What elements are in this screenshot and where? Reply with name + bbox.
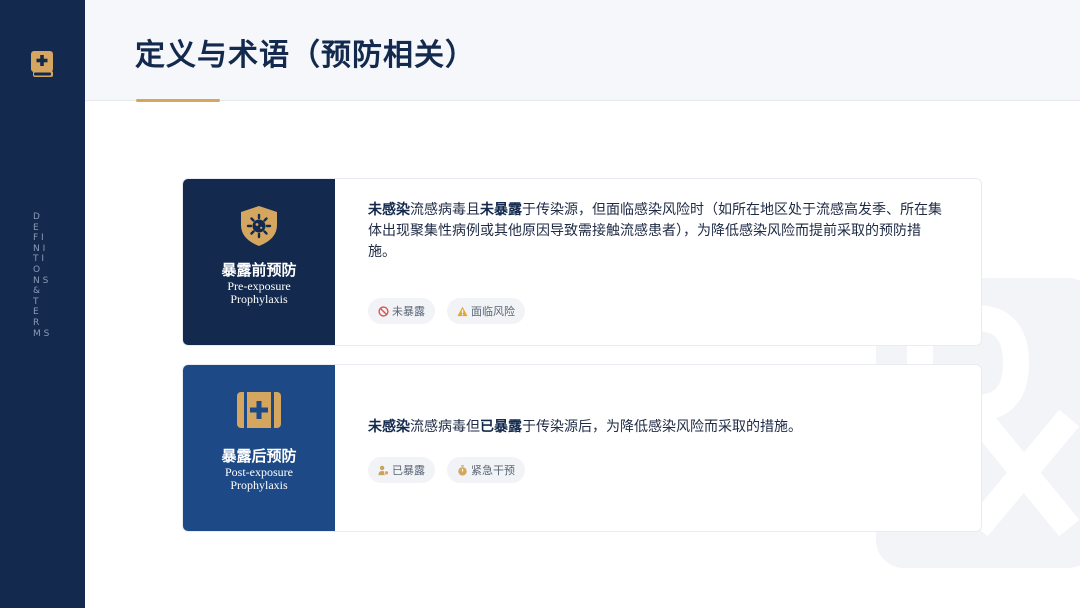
- card-title: 暴露前预防: [221, 261, 297, 279]
- page-title: 定义与术语（预防相关）: [135, 38, 476, 73]
- tag-list: 已暴露 紧急干预: [368, 457, 525, 483]
- description-segment: 流感病毒但: [410, 419, 480, 435]
- side-letter: E: [33, 222, 39, 233]
- stopwatch-icon: [458, 464, 467, 476]
- card-title: 暴露后预防: [221, 447, 297, 465]
- card-description: 未感染流感病毒且未暴露于传染源，但面临感染风险时（如所在地区处于流感高发季、所在…: [368, 200, 948, 263]
- medical-book-icon: [31, 51, 53, 77]
- card-header-panel: 暴露前预防 Pre-exposure Prophylaxis: [183, 179, 335, 345]
- first-aid-kit-icon: [237, 392, 281, 428]
- tag-label: 面临风险: [471, 305, 515, 318]
- card-subtitle-line: Prophylaxis: [230, 292, 288, 306]
- highlight-term: 未暴露: [480, 202, 522, 218]
- card-body: 未感染流感病毒但已暴露于传染源后，为降低感染风险而采取的措施。: [368, 365, 951, 438]
- sidebar-vertical-text: D E F I N I T I O N S & T E R M S: [33, 212, 53, 339]
- side-letter: &: [33, 286, 41, 297]
- title-underline: [136, 99, 220, 102]
- sidebar: D E F I N I T I O N S & T E R M S: [0, 0, 85, 608]
- card-description: 未感染流感病毒但已暴露于传染源后，为降低感染风险而采取的措施。: [368, 417, 951, 438]
- side-letter: O: [33, 264, 41, 275]
- tag-exposed: 已暴露: [368, 457, 435, 483]
- card-subtitle-en: Pre-exposure Prophylaxis: [183, 280, 335, 306]
- card-body: 未感染流感病毒且未暴露于传染源，但面临感染风险时（如所在地区处于流感高发季、所在…: [368, 179, 951, 263]
- description-segment: 流感病毒且: [410, 202, 480, 218]
- tag-label: 紧急干预: [471, 464, 515, 477]
- card-pre-exposure: 暴露前预防 Pre-exposure Prophylaxis 未感染流感病毒且未…: [182, 178, 982, 346]
- tag-at-risk: 面临风险: [447, 298, 525, 324]
- side-letter: F I: [33, 233, 44, 244]
- side-letter: N S: [33, 275, 49, 286]
- side-letter: E: [33, 307, 39, 318]
- ban-icon: [378, 305, 389, 317]
- tag-label: 已暴露: [392, 464, 425, 477]
- shield-virus-icon: [241, 206, 277, 246]
- card-header-panel: 暴露后预防 Post-exposure Prophylaxis: [183, 365, 335, 531]
- side-letter: N I: [33, 243, 46, 254]
- header: 定义与术语（预防相关）: [85, 0, 1080, 101]
- card-post-exposure: 暴露后预防 Post-exposure Prophylaxis 未感染流感病毒但…: [182, 364, 982, 532]
- warning-icon: [457, 306, 468, 316]
- card-subtitle-line: Prophylaxis: [230, 478, 288, 492]
- side-letter: T: [33, 296, 39, 307]
- tag-urgent-intervention: 紧急干预: [447, 457, 525, 483]
- tag-list: 未暴露 面临风险: [368, 298, 525, 324]
- highlight-term: 未感染: [368, 419, 410, 435]
- tag-label: 未暴露: [392, 305, 425, 318]
- description-segment: 于传染源后，为降低感染风险而采取的措施。: [522, 419, 802, 435]
- card-subtitle-en: Post-exposure Prophylaxis: [183, 466, 335, 492]
- side-letter: D: [33, 212, 40, 222]
- tag-not-exposed: 未暴露: [368, 298, 435, 324]
- highlight-term: 已暴露: [480, 419, 522, 435]
- side-letter: T I: [33, 254, 45, 265]
- side-letter: R: [33, 317, 40, 328]
- person-virus-icon: [378, 465, 389, 475]
- highlight-term: 未感染: [368, 202, 410, 218]
- side-letter: M S: [33, 328, 50, 339]
